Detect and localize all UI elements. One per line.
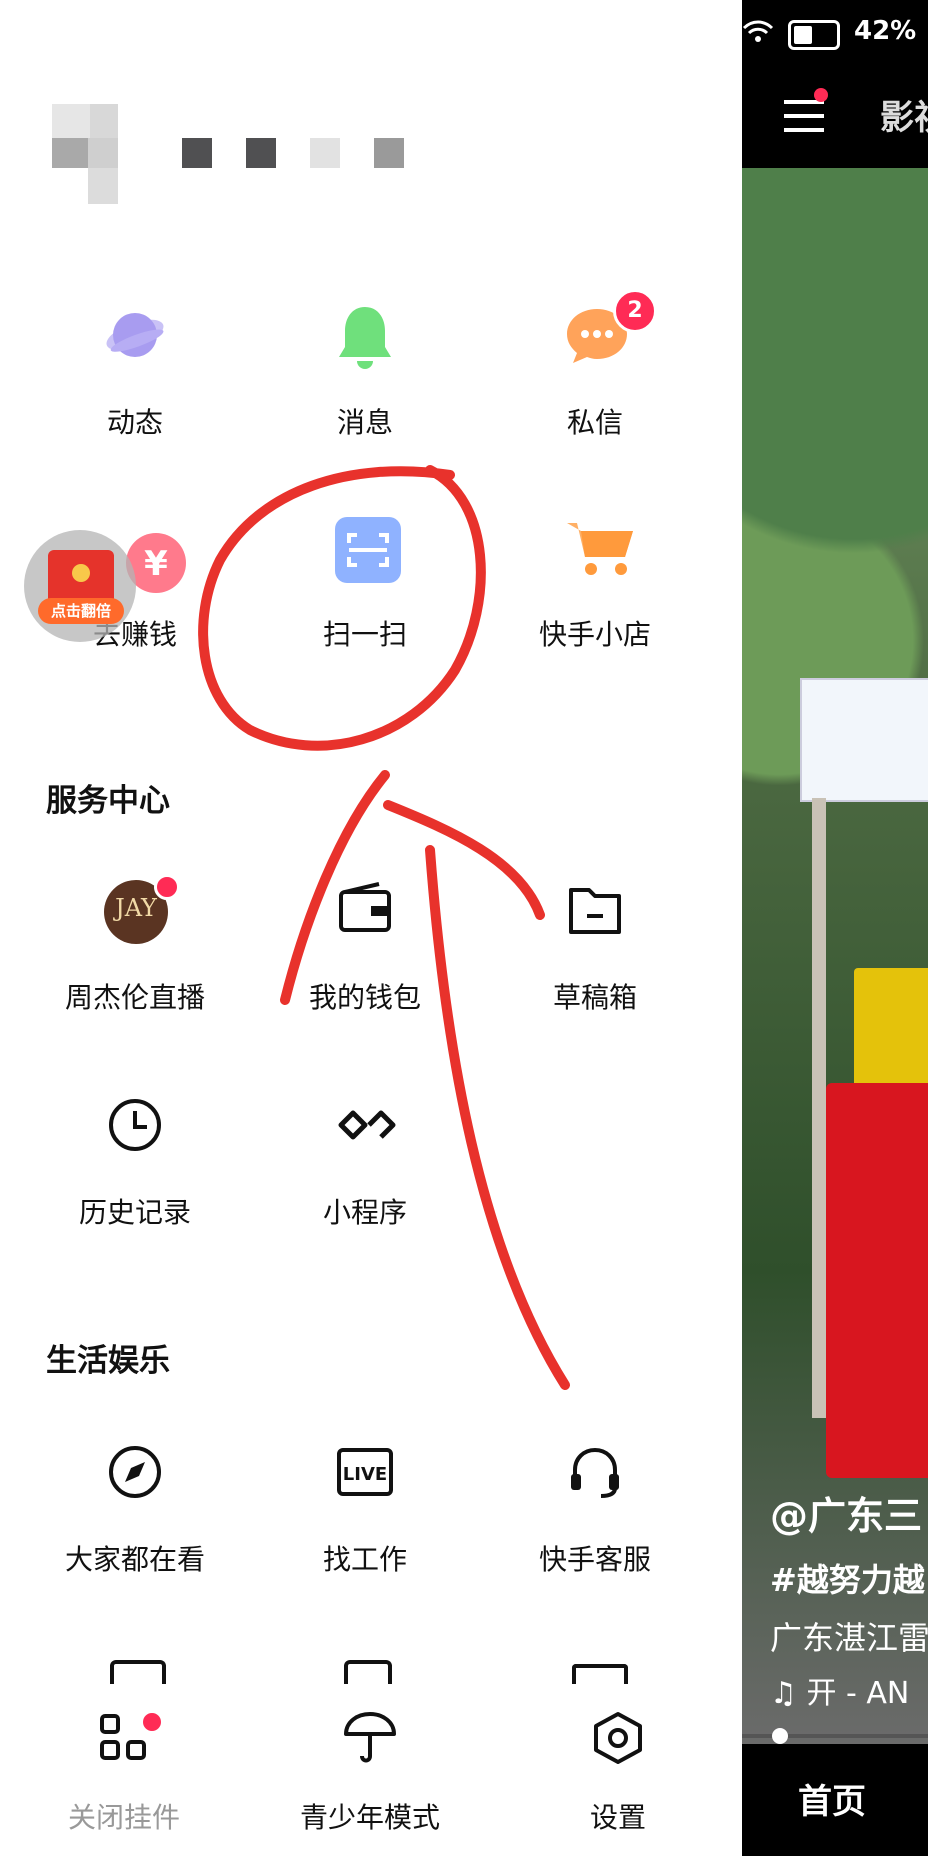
music-title: 开 - AN bbox=[806, 1676, 910, 1711]
progress-handle[interactable] bbox=[772, 1728, 788, 1744]
live-dot bbox=[154, 874, 180, 900]
grid-item-label: 消息 bbox=[336, 406, 393, 439]
svg-text:¥: ¥ bbox=[144, 544, 168, 584]
video-hashtag[interactable]: #越努力越 bbox=[770, 1555, 925, 1601]
partial-icon bbox=[572, 1664, 628, 1684]
grid-item-customer-service[interactable]: 快手客服 bbox=[480, 1442, 710, 1602]
red-packet-widget[interactable]: 点击翻倍 bbox=[24, 530, 136, 642]
blurred-account-name bbox=[52, 104, 412, 204]
mini-program-icon bbox=[335, 1095, 396, 1155]
grid-item-label: 快手客服 bbox=[538, 1543, 651, 1576]
grid-item-dynamics[interactable]: 动态 bbox=[20, 305, 250, 465]
music-row[interactable]: ♫ 开 - AN bbox=[770, 1668, 909, 1712]
feed-top-bar: 影视 bbox=[742, 60, 928, 168]
video-caption: 广东湛江雷 bbox=[770, 1619, 928, 1657]
grid-item-scan[interactable]: 扫一扫 bbox=[250, 517, 480, 677]
battery-icon bbox=[788, 20, 840, 50]
wifi-icon bbox=[742, 16, 774, 48]
tab-home[interactable]: 首页 bbox=[798, 1774, 866, 1823]
compass-icon bbox=[105, 1442, 165, 1502]
grid-item-private-messages[interactable]: 2 私信 bbox=[480, 289, 710, 465]
scan-icon bbox=[335, 517, 401, 583]
partial-icon bbox=[110, 1660, 166, 1684]
grid-item-label: 历史记录 bbox=[78, 1196, 191, 1229]
folder-icon bbox=[565, 880, 625, 940]
grid-item-label: 大家都在看 bbox=[64, 1543, 205, 1576]
headset-icon bbox=[565, 1442, 625, 1502]
menu-dot bbox=[814, 88, 828, 102]
feed-tab-title[interactable]: 影视 bbox=[880, 90, 928, 139]
bottom-item-label: 设置 bbox=[589, 1801, 646, 1834]
grid-item-drafts[interactable]: 草稿箱 bbox=[480, 880, 710, 1040]
wallet-icon bbox=[335, 880, 395, 940]
status-bar: 42% bbox=[742, 0, 928, 60]
bell-icon bbox=[335, 305, 395, 369]
partial-icon bbox=[344, 1660, 392, 1684]
svg-text:LIVE: LIVE bbox=[343, 1464, 387, 1485]
grid-item-jay-live[interactable]: JAY 周杰伦直播 bbox=[20, 874, 250, 1040]
section-title-service-center: 服务中心 bbox=[46, 783, 170, 819]
progress-bar[interactable] bbox=[742, 1728, 928, 1744]
bottom-item-label: 青少年模式 bbox=[299, 1801, 440, 1834]
side-drawer: 动态 消息 2 私信 ¥ 去赚钱 点击翻倍 扫一扫 快手小店 服务中心 JAY … bbox=[0, 0, 742, 1856]
grid-item-messages[interactable]: 消息 bbox=[250, 305, 480, 465]
grid-item-find-job[interactable]: LIVE 找工作 bbox=[250, 1442, 480, 1602]
grid-item-label: 私信 bbox=[566, 406, 623, 439]
bottom-tab-bar: 首页 bbox=[742, 1744, 928, 1856]
grid-item-kuaishou-shop[interactable]: 快手小店 bbox=[480, 517, 710, 677]
background-feed: 42% 影视 @广东三 #越努力越 广东湛江雷 ♫ 开 - AN 首页 bbox=[742, 0, 928, 1856]
video-author[interactable]: @广东三 bbox=[770, 1485, 922, 1540]
grid-item-label: 找工作 bbox=[322, 1543, 407, 1576]
bottom-item-label: 关闭挂件 bbox=[67, 1801, 180, 1834]
notice-dot bbox=[140, 1710, 164, 1734]
grid-item-everyone-watching[interactable]: 大家都在看 bbox=[20, 1442, 250, 1602]
grid-item-mini-program[interactable]: 小程序 bbox=[250, 1095, 480, 1255]
unread-badge: 2 bbox=[613, 289, 657, 333]
grid-item-label: 周杰伦直播 bbox=[64, 981, 205, 1014]
video-post bbox=[812, 798, 826, 1418]
battery-level: 42% bbox=[854, 16, 917, 46]
red-packet-label: 点击翻倍 bbox=[38, 598, 124, 624]
menu-icon[interactable] bbox=[784, 88, 828, 132]
hexagon-settings-icon bbox=[588, 1708, 648, 1768]
section-title-life-entertainment: 生活娱乐 bbox=[46, 1343, 170, 1379]
cart-icon bbox=[565, 517, 633, 577]
video-yellow-box bbox=[854, 968, 928, 1088]
grid-item-wallet[interactable]: 我的钱包 bbox=[250, 880, 480, 1040]
video-sign bbox=[800, 678, 928, 802]
clock-icon bbox=[105, 1095, 165, 1155]
grid-item-label: 我的钱包 bbox=[308, 981, 421, 1014]
video-red-banner bbox=[826, 1083, 928, 1478]
grid-item-label: 动态 bbox=[106, 406, 163, 439]
grid-item-label: 扫一扫 bbox=[322, 618, 407, 651]
live-icon: LIVE bbox=[335, 1442, 395, 1502]
grid-item-label: 草稿箱 bbox=[552, 981, 637, 1014]
grid-item-label: 快手小店 bbox=[538, 618, 651, 651]
music-note-icon: ♫ bbox=[770, 1676, 807, 1711]
bottom-bar: 关闭挂件 青少年模式 设置 bbox=[0, 1688, 742, 1856]
grid-item-label: 小程序 bbox=[322, 1196, 407, 1229]
grid-item-history[interactable]: 历史记录 bbox=[20, 1095, 250, 1255]
umbrella-icon bbox=[340, 1708, 400, 1768]
planet-icon bbox=[105, 305, 165, 365]
